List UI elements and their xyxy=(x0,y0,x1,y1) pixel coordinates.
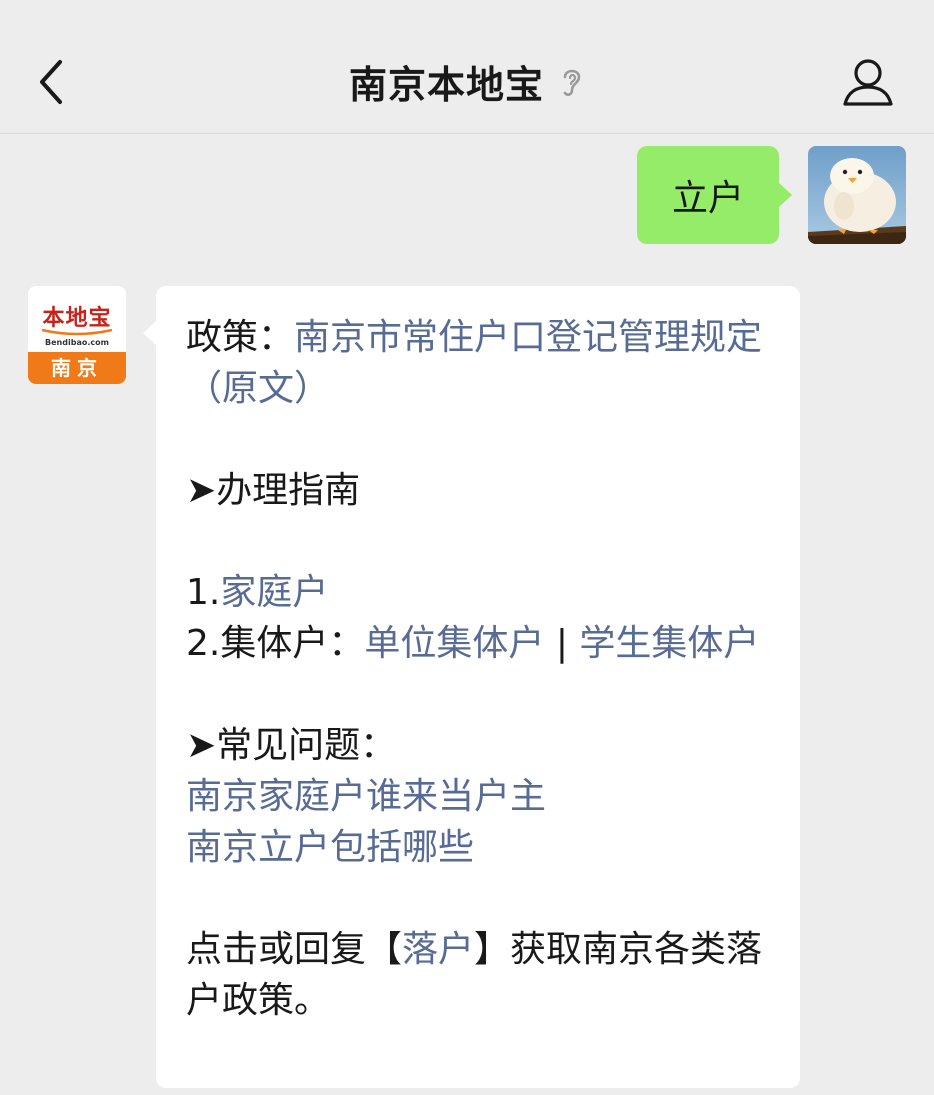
logo-city: 南京 xyxy=(28,352,126,384)
chat-header: 南京本地宝 xyxy=(0,0,934,134)
logo-swoosh-icon xyxy=(41,328,113,336)
item1-prefix: 1. xyxy=(186,572,221,613)
user-avatar[interactable] xyxy=(808,146,906,244)
faq-heading: ➤常见问题： xyxy=(186,725,397,766)
guide-heading: ➤办理指南 xyxy=(186,470,361,511)
faq-line-1: 南京家庭户谁来当户主 xyxy=(186,771,770,822)
profile-icon xyxy=(843,59,893,106)
user-message-bubble[interactable]: 立户 xyxy=(637,146,792,244)
item2-separator: | xyxy=(544,623,580,664)
profile-button[interactable] xyxy=(840,56,896,110)
bot-message-text: 政策：南京市常住户口登记管理规定（原文） ➤办理指南 1.家庭户 2.集体户：单… xyxy=(186,312,770,1026)
item2-prefix: 2.集体户： xyxy=(186,623,365,664)
logo-domain: Bendibao.com xyxy=(45,338,109,347)
faq-line-2: 南京立户包括哪些 xyxy=(186,822,770,873)
guide-item-2: 2.集体户：单位集体户 | 学生集体户 xyxy=(186,618,770,669)
user-message-text: 立户 xyxy=(671,178,744,219)
bot-message-bubble: 政策：南京市常住户口登记管理规定（原文） ➤办理指南 1.家庭户 2.集体户：单… xyxy=(143,286,800,1088)
settle-keyword-link[interactable]: 落户 xyxy=(402,929,474,970)
faq-link-1[interactable]: 南京家庭户谁来当户主 xyxy=(186,776,546,817)
faq-link-2[interactable]: 南京立户包括哪些 xyxy=(186,827,474,868)
guide-item-1: 1.家庭户 xyxy=(186,567,770,618)
bot-avatar[interactable]: 本地宝 Bendibao.com 南京 xyxy=(28,286,126,384)
policy-line: 政策：南京市常住户口登记管理规定（原文） xyxy=(186,312,770,414)
policy-label: 政策： xyxy=(186,317,295,358)
title-area: 南京本地宝 xyxy=(0,54,934,109)
footer-line: 点击或回复【落户】获取南京各类落户政策。 xyxy=(186,924,770,1026)
duck-avatar-image xyxy=(808,146,906,244)
chat-title: 南京本地宝 xyxy=(348,63,544,107)
student-collective-link[interactable]: 学生集体户 xyxy=(579,623,759,664)
footer-prefix: 点击或回复【 xyxy=(186,929,403,970)
ear-icon xyxy=(563,69,581,96)
family-household-link[interactable]: 家庭户 xyxy=(220,572,328,613)
unit-collective-link[interactable]: 单位集体户 xyxy=(364,623,544,664)
